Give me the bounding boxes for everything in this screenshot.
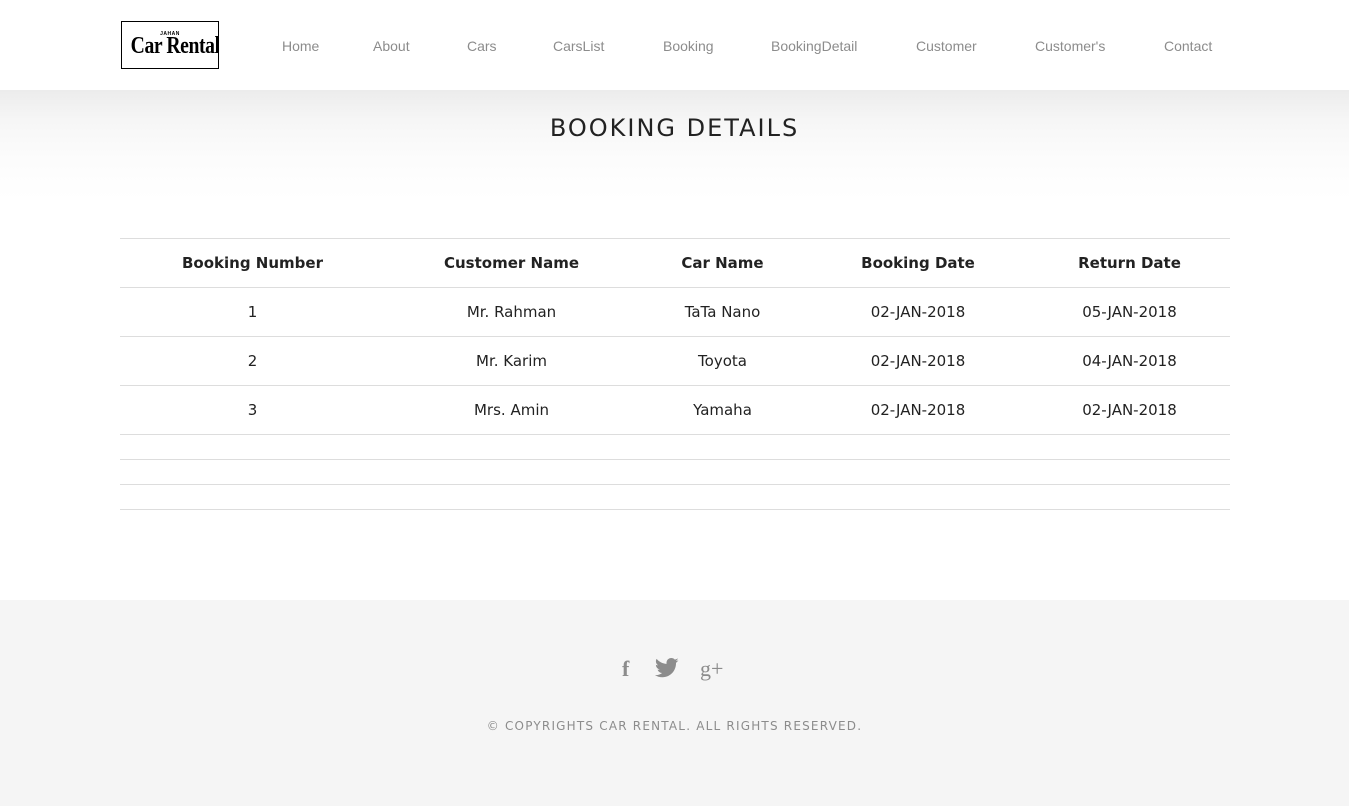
booking-number-cell: 3 (120, 385, 385, 435)
page-title: BOOKING DETAILS (549, 114, 800, 142)
column-header-car-name: Car Name (638, 238, 807, 288)
nav-item-home[interactable]: Home (282, 37, 319, 55)
twitter-bird-shape (654, 658, 679, 678)
column-header-customer-name: Customer Name (385, 238, 638, 288)
google-plus-icon[interactable]: g+ (700, 656, 723, 682)
nav-item-customers[interactable]: Customer's (1035, 37, 1105, 55)
nav-item-bookingdetail[interactable]: BookingDetail (771, 37, 857, 55)
booking-table: Booking Number Customer Name Car Name Bo… (120, 238, 1230, 510)
return-date-cell: 02-JAN-2018 (1029, 385, 1230, 435)
booking-date-cell: 02-JAN-2018 (807, 336, 1029, 386)
booking-number-cell: 1 (120, 287, 385, 337)
site-footer (0, 600, 1349, 806)
booking-date-cell: 02-JAN-2018 (807, 287, 1029, 337)
nav-item-about[interactable]: About (373, 37, 410, 55)
empty-table-row (120, 484, 1230, 510)
table-header-row: Booking Number Customer Name Car Name Bo… (120, 238, 1230, 288)
nav-item-booking[interactable]: Booking (663, 37, 714, 55)
empty-table-row (120, 459, 1230, 485)
booking-date-cell: 02-JAN-2018 (807, 385, 1029, 435)
customer-name-cell: Mrs. Amin (385, 385, 638, 435)
nav-item-carslist[interactable]: CarsList (553, 37, 604, 55)
facebook-icon[interactable]: f (622, 656, 629, 682)
site-header: JAHAN Car Rental Home About Cars CarsLis… (0, 0, 1349, 90)
column-header-return-date: Return Date (1029, 238, 1230, 288)
return-date-cell: 05-JAN-2018 (1029, 287, 1230, 337)
customer-name-cell: Mr. Rahman (385, 287, 638, 337)
twitter-icon[interactable] (654, 658, 679, 684)
table-row: 1 Mr. Rahman TaTa Nano 02-JAN-2018 05-JA… (120, 287, 1230, 337)
copyright-text: © COPYRIGHTS CAR RENTAL. ALL RIGHTS RESE… (486, 719, 863, 733)
booking-number-cell: 2 (120, 336, 385, 386)
car-name-cell: Yamaha (638, 385, 807, 435)
main-nav: Home About Cars CarsList Booking Booking… (0, 37, 1349, 57)
empty-table-row (120, 434, 1230, 460)
social-links: f g+ (0, 656, 1349, 682)
return-date-cell: 04-JAN-2018 (1029, 336, 1230, 386)
nav-item-cars[interactable]: Cars (467, 37, 497, 55)
customer-name-cell: Mr. Karim (385, 336, 638, 386)
nav-item-customer[interactable]: Customer (916, 37, 977, 55)
nav-item-contact[interactable]: Contact (1164, 37, 1212, 55)
table-row: 3 Mrs. Amin Yamaha 02-JAN-2018 02-JAN-20… (120, 385, 1230, 435)
table-row: 2 Mr. Karim Toyota 02-JAN-2018 04-JAN-20… (120, 336, 1230, 386)
car-name-cell: TaTa Nano (638, 287, 807, 337)
column-header-booking-number: Booking Number (120, 238, 385, 288)
title-banner (0, 90, 1349, 210)
car-name-cell: Toyota (638, 336, 807, 386)
column-header-booking-date: Booking Date (807, 238, 1029, 288)
